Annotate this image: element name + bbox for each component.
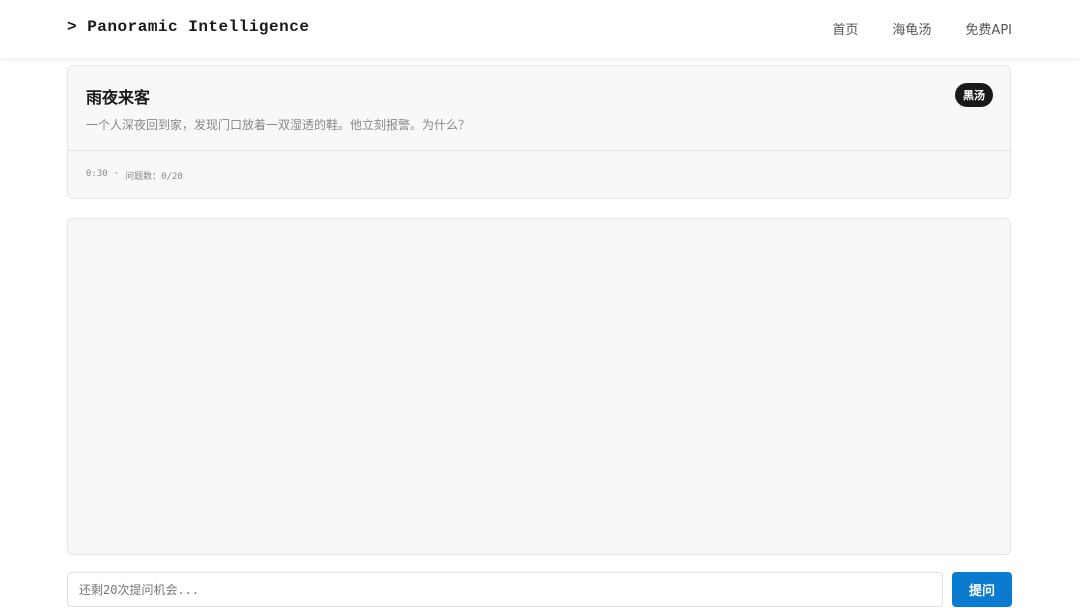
puzzle-title: 雨夜来客	[86, 88, 151, 107]
ask-button[interactable]: 提问	[952, 572, 1012, 607]
question-input[interactable]	[67, 572, 943, 607]
meta-separator: ·	[113, 169, 120, 179]
question-counter: 问题数：0/20	[125, 172, 183, 182]
top-header: > Panoramic Intelligence 首页 海龟汤 免费API	[0, 0, 1080, 58]
nav-item-turtle-soup[interactable]: 海龟汤	[892, 19, 931, 38]
difficulty-badge: 黑汤	[955, 83, 993, 107]
timer: 0:30	[86, 169, 108, 179]
puzzle-card: 雨夜来客 黑汤 一个人深夜回到家，发现门口放着一双湿透的鞋。他立刻报警。为什么？…	[67, 65, 1011, 199]
card-divider	[68, 150, 1010, 151]
puzzle-description: 一个人深夜回到家，发现门口放着一双湿透的鞋。他立刻报警。为什么？	[86, 118, 471, 132]
nav-item-free-api[interactable]: 免费API	[965, 19, 1012, 38]
nav-item-home[interactable]: 首页	[832, 19, 858, 38]
brand-logo[interactable]: > Panoramic Intelligence	[67, 18, 309, 36]
chat-history-area[interactable]	[67, 218, 1011, 555]
puzzle-meta: 0:30 · 问题数：0/20	[86, 169, 183, 182]
main-nav: 首页 海龟汤 免费API	[832, 19, 1012, 38]
